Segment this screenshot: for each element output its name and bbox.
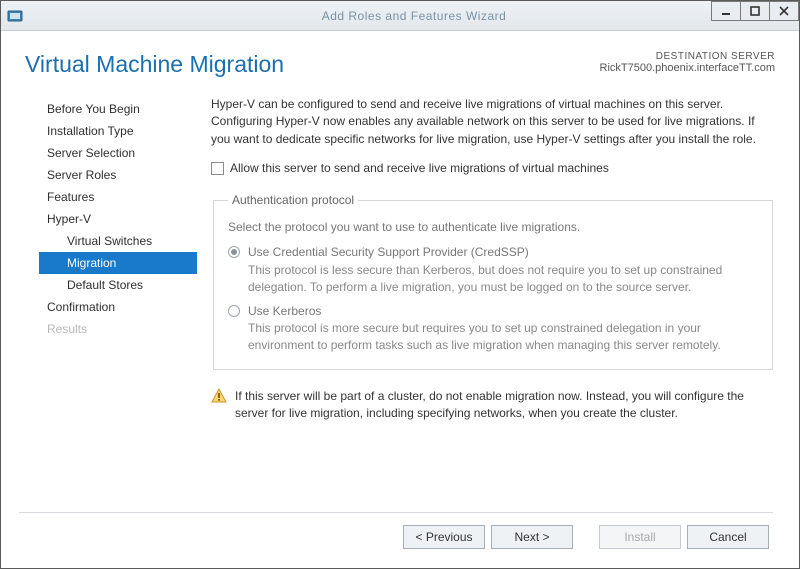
destination-server-label: DESTINATION SERVER [600,51,775,62]
nav-results: Results [43,318,199,340]
page-header: Virtual Machine Migration DESTINATION SE… [19,45,781,96]
radio-credssp-desc: This protocol is less secure than Kerber… [248,262,758,297]
titlebar: Add Roles and Features Wizard [1,1,799,31]
window-buttons [711,1,799,23]
allow-migration-checkbox[interactable] [211,162,224,175]
nav-confirmation[interactable]: Confirmation [43,296,199,318]
auth-protocol-legend: Authentication protocol [228,192,358,209]
allow-migration-label: Allow this server to send and receive li… [230,160,609,177]
auth-protocol-hint: Select the protocol you want to use to a… [228,219,758,236]
window-title: Add Roles and Features Wizard [29,9,799,23]
body: Before You Begin Installation Type Serve… [19,96,781,502]
maximize-button[interactable] [740,1,770,21]
radio-credssp-label: Use Credential Security Support Provider… [248,244,758,261]
radio-kerberos [228,305,240,317]
page-title: Virtual Machine Migration [25,51,284,78]
nav-installation-type[interactable]: Installation Type [43,120,199,142]
nav-hyper-v[interactable]: Hyper-V [43,208,199,230]
intro-text: Hyper-V can be configured to send and re… [211,96,775,148]
radio-kerberos-label: Use Kerberos [248,303,758,320]
app-icon [7,8,23,24]
radio-credssp-row: Use Credential Security Support Provider… [228,244,758,296]
minimize-button[interactable] [711,1,741,21]
content-area: Virtual Machine Migration DESTINATION SE… [1,31,799,568]
main-panel: Hyper-V can be configured to send and re… [199,96,781,502]
destination-server-value: RickT7500.phoenix.interfaceTT.com [600,62,775,74]
nav-default-stores[interactable]: Default Stores [43,274,199,296]
wizard-nav: Before You Begin Installation Type Serve… [19,96,199,502]
nav-virtual-switches[interactable]: Virtual Switches [43,230,199,252]
radio-kerberos-row: Use Kerberos This protocol is more secur… [228,303,758,355]
cluster-warning: If this server will be part of a cluster… [211,388,775,423]
auth-protocol-group: Authentication protocol Select the proto… [213,192,773,370]
radio-kerberos-desc: This protocol is more secure but require… [248,320,758,355]
cancel-button[interactable]: Cancel [687,525,769,549]
wizard-window: Add Roles and Features Wizard Virtual Ma… [0,0,800,569]
close-button[interactable] [769,1,799,21]
nav-before-you-begin[interactable]: Before You Begin [43,98,199,120]
install-button: Install [599,525,681,549]
warning-icon [211,388,227,404]
radio-credssp [228,246,240,258]
allow-migration-row[interactable]: Allow this server to send and receive li… [211,160,775,177]
next-button[interactable]: Next > [491,525,573,549]
nav-server-selection[interactable]: Server Selection [43,142,199,164]
footer: < Previous Next > Install Cancel [19,506,781,558]
nav-server-roles[interactable]: Server Roles [43,164,199,186]
nav-migration[interactable]: Migration [39,252,197,274]
nav-features[interactable]: Features [43,186,199,208]
previous-button[interactable]: < Previous [403,525,485,549]
destination-server-info: DESTINATION SERVER RickT7500.phoenix.int… [600,51,775,74]
cluster-warning-text: If this server will be part of a cluster… [235,388,775,423]
